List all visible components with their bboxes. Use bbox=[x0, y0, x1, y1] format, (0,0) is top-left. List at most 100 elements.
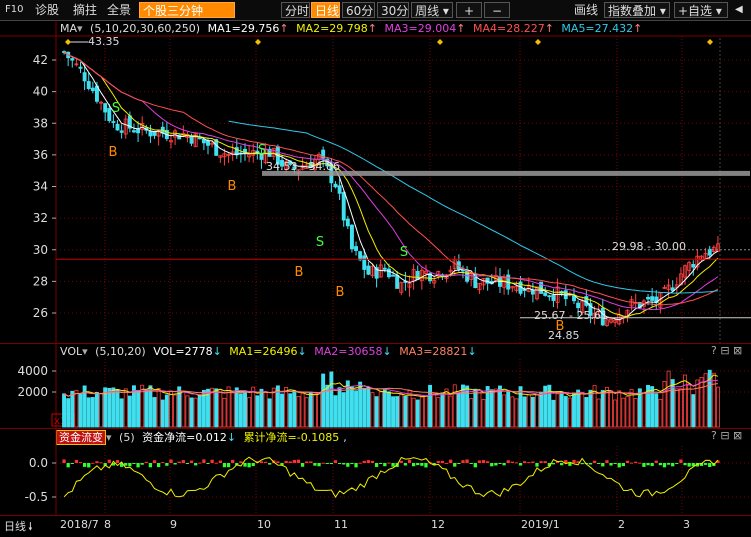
candle-body bbox=[362, 255, 367, 270]
period-tab[interactable]: 60分 bbox=[342, 2, 375, 18]
jiao-button[interactable]: 摘拄 bbox=[70, 2, 100, 18]
volume-bar bbox=[506, 391, 511, 428]
flow-bar bbox=[469, 463, 473, 464]
y-tick-label: 34 bbox=[33, 180, 48, 194]
volume-bar bbox=[428, 384, 433, 428]
candle-body bbox=[395, 274, 400, 289]
flow-bar bbox=[588, 463, 593, 465]
candle-body bbox=[119, 130, 124, 133]
flow-bar bbox=[358, 462, 362, 464]
fund-flow-chart[interactable]: 0.0 -0.5 bbox=[0, 428, 751, 515]
flow-bar bbox=[514, 462, 519, 464]
flow-bar bbox=[247, 463, 251, 468]
volume-bar bbox=[107, 387, 112, 428]
period-tab[interactable]: 周线 ▾ bbox=[411, 2, 453, 18]
flow-bar bbox=[403, 463, 408, 466]
f10-button[interactable]: F10 bbox=[2, 2, 26, 18]
volume-bar bbox=[436, 397, 441, 428]
individual-3min-button[interactable]: 个股三分钟 bbox=[139, 2, 235, 18]
volume-bar bbox=[243, 391, 247, 428]
candle-body bbox=[189, 135, 194, 144]
volume-bar bbox=[280, 393, 284, 428]
period-tab[interactable]: 30分 bbox=[377, 2, 409, 18]
candle-body bbox=[152, 131, 157, 136]
volume-bar bbox=[234, 387, 239, 428]
flow-bar bbox=[440, 460, 445, 463]
volume-bar bbox=[691, 394, 696, 428]
add-watchlist-dropdown[interactable]: +自选 ▾ bbox=[674, 2, 728, 18]
price-chart[interactable]: 42403836343230282643.3524.8534.53 - 34.8… bbox=[0, 20, 751, 343]
volume-bar bbox=[370, 392, 375, 428]
zoom-in-button[interactable]: + bbox=[456, 2, 482, 18]
volume-bar bbox=[567, 397, 572, 428]
month-label: 10 bbox=[257, 518, 271, 531]
volume-bar bbox=[354, 390, 359, 428]
volume-bar bbox=[304, 397, 309, 428]
flow-bar bbox=[346, 463, 350, 467]
flow-bar bbox=[198, 462, 202, 464]
flow-bar bbox=[609, 463, 613, 466]
candle-body bbox=[691, 263, 696, 268]
period-tab[interactable]: 分时 bbox=[281, 2, 310, 18]
flow-bar bbox=[642, 463, 646, 467]
flow-bar bbox=[675, 463, 679, 464]
flow-bar bbox=[391, 463, 395, 467]
flow-bar bbox=[494, 463, 498, 466]
volume-bar bbox=[625, 395, 630, 428]
volume-bar bbox=[337, 387, 342, 428]
draw-line-button[interactable]: 画线 bbox=[571, 2, 601, 18]
flow-bar bbox=[268, 463, 272, 465]
flow-bar bbox=[560, 463, 564, 466]
flow-bar bbox=[523, 461, 527, 463]
volume-bar bbox=[715, 386, 720, 428]
event-diamond-icon bbox=[707, 39, 713, 45]
y-tick-label: -0.5 bbox=[25, 490, 48, 504]
period-label[interactable]: 日线 🠗 bbox=[4, 518, 33, 537]
collapse-icon[interactable]: ◀ bbox=[732, 2, 746, 18]
flow-bar bbox=[222, 463, 227, 468]
flow-bar bbox=[658, 463, 663, 466]
volume-chart[interactable]: 40002000x10 bbox=[0, 343, 751, 428]
volume-bar bbox=[654, 393, 659, 428]
volume-bar bbox=[300, 392, 305, 428]
event-diamond-icon bbox=[535, 39, 541, 45]
index-overlay-dropdown[interactable]: 指数叠加 ▾ bbox=[604, 2, 670, 18]
period-tab[interactable]: 日线 bbox=[311, 2, 340, 18]
volume-bar bbox=[78, 393, 83, 428]
diagnose-button[interactable]: 诊股 bbox=[32, 2, 62, 18]
candle-body bbox=[461, 269, 465, 272]
overview-button[interactable]: 全景 bbox=[104, 2, 134, 18]
volume-bar bbox=[94, 391, 99, 428]
volume-ma-line bbox=[63, 374, 719, 397]
month-label: 2018/7 bbox=[60, 518, 99, 531]
y-tick-label: 30 bbox=[33, 243, 48, 257]
volume-bar bbox=[407, 390, 412, 428]
volume-bar bbox=[596, 398, 601, 428]
resistance-range-label: 29.98 - 30.00 bbox=[612, 240, 686, 253]
flow-bar bbox=[251, 463, 255, 467]
flow-bar bbox=[518, 463, 523, 466]
flow-bar bbox=[91, 462, 95, 464]
volume-bar bbox=[119, 398, 124, 428]
flow-bar bbox=[87, 463, 91, 468]
volume-bar bbox=[563, 396, 568, 428]
flow-bar bbox=[70, 463, 74, 464]
candle-body bbox=[354, 246, 359, 251]
high-price-label: 43.35 bbox=[88, 35, 120, 48]
flow-bar bbox=[206, 463, 210, 465]
volume-bar bbox=[382, 389, 387, 428]
flow-bar bbox=[387, 462, 391, 464]
flow-bar bbox=[416, 463, 420, 466]
volume-bar bbox=[333, 395, 338, 428]
flow-bar bbox=[625, 460, 630, 463]
flow-bar bbox=[226, 463, 231, 468]
zoom-out-button[interactable]: − bbox=[484, 2, 510, 18]
flow-bar bbox=[535, 463, 539, 467]
flow-bar bbox=[313, 463, 317, 466]
buy-signal: B bbox=[228, 179, 237, 194]
volume-bar bbox=[456, 392, 461, 428]
flow-bar bbox=[169, 459, 173, 463]
candle-body bbox=[214, 139, 219, 156]
candle-body bbox=[485, 277, 490, 284]
flow-bar bbox=[317, 463, 321, 467]
